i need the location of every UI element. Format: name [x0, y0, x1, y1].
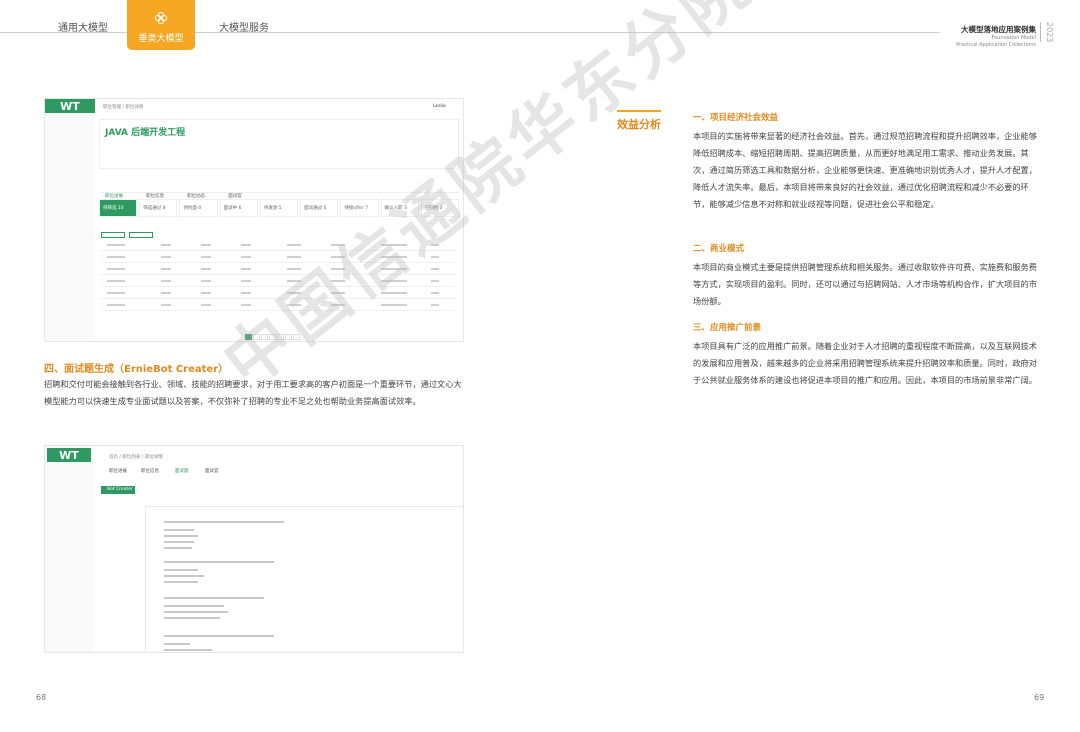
table-row: [101, 275, 455, 287]
tab-vertical-models[interactable]: 垂类大模型: [127, 0, 195, 50]
page-item: [253, 334, 260, 340]
tab-interviewer: 面试官: [205, 469, 219, 474]
stage-item: 确认入职 3: [380, 199, 419, 217]
screenshot-user: Leslie: [433, 104, 446, 109]
bot-creater-button: Bot Creater: [101, 486, 135, 494]
section-one-title: 一、项目经济社会效益: [693, 113, 779, 123]
pagination: [245, 325, 301, 341]
page-item: [285, 334, 292, 340]
page-number-left: 68: [36, 693, 47, 702]
page-item: [245, 334, 252, 340]
section-four-text: 招聘和交付可能会接触到各行业、领域、技能的招聘要求，对于用工要求高的客户初面是一…: [44, 379, 462, 406]
flower-icon: [154, 11, 168, 25]
publication-title: 大模型落地应用案例集: [961, 25, 1036, 34]
section-two-text: 本项目的商业模式主要是提供招聘管理系统和相关服务。通过收取软件许可费、实施费和服…: [693, 262, 1037, 306]
tab-general-models[interactable]: 通用大模型: [58, 19, 108, 34]
page-item: [269, 334, 276, 340]
job-tabs: 职位进展 职位信息 职位动态 面试官: [99, 179, 459, 199]
stage-item: 面试中 6: [219, 199, 258, 217]
section-three-title: 三、应用推广前景: [693, 323, 762, 333]
stage-item: 已归档 3: [420, 199, 459, 217]
screenshot-sidebar: [45, 446, 93, 652]
publication-subtitle-1: Foundation Model: [991, 35, 1036, 41]
screenshot-breadcrumb: 职位管理 / 职位详情: [103, 105, 144, 110]
job-title: JAVA 后端开发工程: [105, 128, 186, 138]
section-two-title: 二、商业模式: [693, 244, 745, 254]
table-row: [101, 287, 455, 299]
page-number-right: 69: [1034, 693, 1045, 702]
publication-year: 2023: [1040, 22, 1054, 43]
section-three-text: 本项目具有广泛的应用推广前景。随着企业对于人才招聘的重视程度不断提高，以及互联网…: [693, 341, 1037, 385]
section-four-title: 四、面试题生成（ErnieBot Creater）: [44, 364, 229, 375]
interview-question-screenshot: WT 首页 / 职位列表 / 职位详情 职位进展 职位信息 面试题 面试官 Bo…: [44, 445, 464, 653]
tab-questions: 面试题: [175, 469, 189, 474]
screenshot-breadcrumb: 首页 / 职位列表 / 职位详情: [109, 455, 163, 460]
tab-info: 职位信息: [141, 469, 159, 474]
stage-item: 面试通过 6: [300, 199, 339, 217]
publication-subtitle-2: Practical Application Collections: [956, 42, 1036, 48]
page-item: [277, 334, 284, 340]
publication-title-block: 大模型落地应用案例集 Foundation Model Practical Ap…: [956, 24, 1036, 49]
candidate-table: [101, 239, 455, 311]
brand-logo: WT: [45, 99, 95, 113]
table-row: [101, 263, 455, 275]
stage-item: 待约面 0: [179, 199, 218, 217]
page-item: [293, 334, 300, 340]
screenshot-sidebar: [45, 99, 95, 341]
recruitment-system-screenshot: WT 职位管理 / 职位详情 Leslie JAVA 后端开发工程 职位进展 职…: [44, 98, 464, 342]
stage-item: 待发放 5: [259, 199, 299, 217]
stage-item: 待接offer 7: [340, 199, 379, 217]
pipeline-stages: 待筛选 10 筛选通过 8 待约面 0 面试中 6 待发放 5 面试通过 6 待…: [99, 199, 459, 217]
question-panel: [145, 506, 463, 652]
bot-creater-label: Bot Creater: [107, 487, 133, 492]
table-row: [101, 251, 455, 263]
section-one-text: 本项目的实施将带来显著的经济社会效益。首先，通过规范招聘流程和提升招聘效率，企业…: [693, 131, 1037, 209]
benefit-analysis-label: 效益分析: [617, 110, 661, 132]
brand-logo: WT: [47, 448, 91, 462]
tab-vertical-models-label: 垂类大模型: [138, 34, 184, 44]
page-item: [261, 334, 268, 340]
tab-model-services[interactable]: 大模型服务: [219, 19, 269, 34]
table-row: [101, 239, 455, 251]
stage-item: 待筛选 10: [99, 199, 138, 217]
tab-progress: 职位进展: [109, 469, 127, 474]
table-row: [101, 299, 455, 311]
stage-item: 筛选通过 8: [139, 199, 178, 217]
